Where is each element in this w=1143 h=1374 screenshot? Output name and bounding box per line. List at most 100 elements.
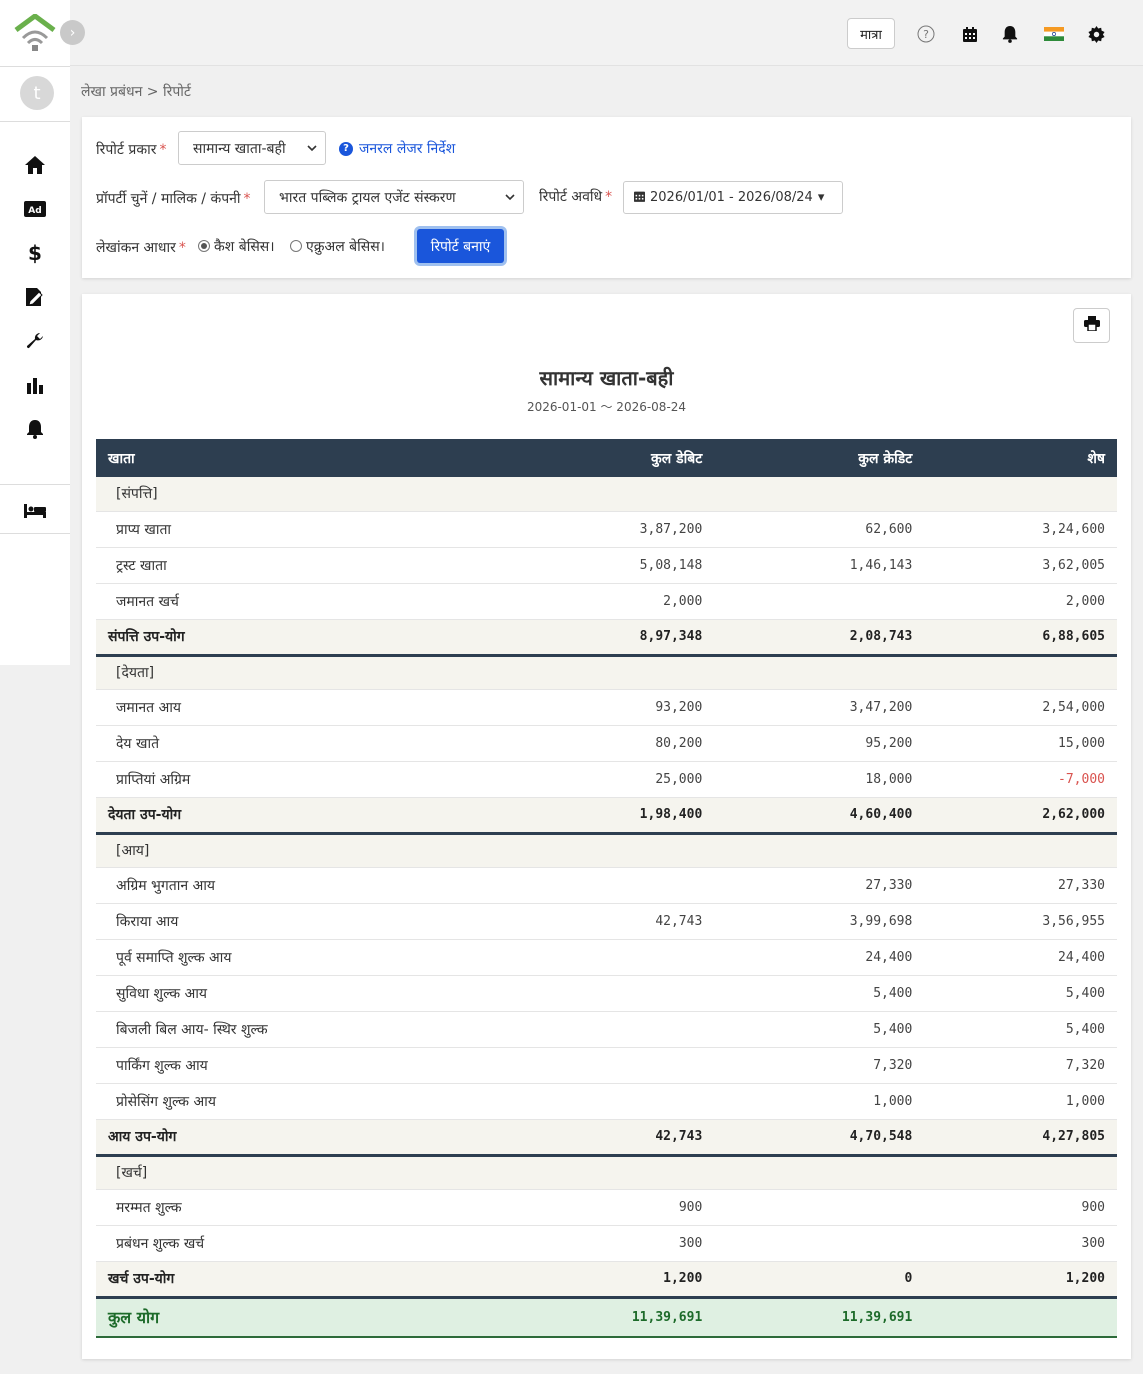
credit-value: 1,000: [714, 1083, 925, 1120]
sidebar-divider: [0, 121, 70, 122]
subtotal-row: आय उप-योग 42,743 4,70,548 4,27,805: [96, 1119, 1117, 1157]
notification-bell-icon[interactable]: [998, 22, 1022, 46]
credit-value: 5,400: [714, 1011, 925, 1048]
credit-value: 62,600: [714, 511, 925, 548]
balance-value: 5,400: [924, 1011, 1117, 1048]
balance-value: -7,000: [924, 761, 1117, 798]
table-row: पार्किंग शुल्क आय 7,320 7,320: [96, 1047, 1117, 1084]
credit-value: [714, 1225, 925, 1262]
print-button[interactable]: [1073, 308, 1110, 343]
balance-value: 5,400: [924, 975, 1117, 1012]
table-row: प्राप्य खाता 3,87,200 62,600 3,24,600: [96, 511, 1117, 548]
home-icon[interactable]: [22, 153, 48, 177]
table-row: जमानत आय 93,200 3,47,200 2,54,000: [96, 689, 1117, 726]
empty-cell: [924, 655, 1117, 690]
balance-value: [924, 1296, 1117, 1338]
chevron-right-icon: ›: [69, 24, 76, 41]
credit-value: 0: [714, 1261, 925, 1299]
account-name: जमानत आय: [96, 689, 505, 726]
credit-value: 3,47,200: [714, 689, 925, 726]
account-name: ट्रस्ट खाता: [96, 547, 505, 584]
report-type-select[interactable]: सामान्य खाता-बही: [178, 131, 326, 165]
credit-value: 18,000: [714, 761, 925, 798]
chevron-down-icon: [307, 141, 317, 159]
account-name: सुविधा शुल्क आय: [96, 975, 505, 1012]
bed-icon[interactable]: [22, 499, 48, 523]
account-name: प्राप्य खाता: [96, 511, 505, 548]
empty-cell: [924, 1155, 1117, 1190]
debit-value: 3,87,200: [504, 511, 715, 548]
sidebar-divider: [0, 484, 70, 485]
debit-value: [504, 975, 715, 1012]
report-period-picker[interactable]: 2026/01/01 - 2026/08/24 ▾: [623, 181, 843, 214]
account-name: आय उप-योग: [96, 1119, 505, 1157]
bar-chart-icon[interactable]: [22, 373, 48, 397]
empty-cell: [924, 477, 1117, 512]
radio-selected-icon: [198, 240, 210, 252]
account-name: पूर्व समाप्ति शुल्क आय: [96, 939, 505, 976]
india-flag-icon[interactable]: [1042, 22, 1066, 46]
table-row: प्रोसेसिंग शुल्क आय 1,000 1,000: [96, 1083, 1117, 1120]
section-heading: [देयता]: [96, 655, 505, 690]
credit-value: [714, 1189, 925, 1226]
table-row: मरम्मत शुल्क 900 900: [96, 1189, 1117, 1226]
report-type-value: सामान्य खाता-बही: [193, 140, 286, 157]
account-name: देय खाते: [96, 725, 505, 762]
balance-value: 2,62,000: [924, 797, 1117, 835]
sidebar-divider: [0, 533, 70, 534]
report-period-label: रिपोर्ट अवधि *: [539, 189, 613, 205]
credit-value: 4,70,548: [714, 1119, 925, 1157]
table-row: देय खाते 80,200 95,200 15,000: [96, 725, 1117, 762]
unit-button[interactable]: मात्रा: [847, 18, 895, 49]
bell-icon[interactable]: [22, 417, 48, 441]
balance-value: 3,62,005: [924, 547, 1117, 584]
empty-cell: [504, 477, 715, 512]
help-icon[interactable]: ?: [914, 22, 938, 46]
subtotal-row: संपत्ति उप-योग 8,97,348 2,08,743 6,88,605: [96, 619, 1117, 657]
account-name: कुल योग: [96, 1296, 505, 1338]
dollar-icon[interactable]: $: [22, 241, 48, 265]
general-ledger-help-link[interactable]: ? जनरल लेजर निर्देश: [339, 139, 455, 158]
svg-text:?: ?: [923, 28, 929, 41]
table-row: किराया आय 42,743 3,99,698 3,56,955: [96, 903, 1117, 940]
table-row: प्रबंधन शुल्क खर्च 300 300: [96, 1225, 1117, 1262]
cash-basis-radio[interactable]: कैश बेसिस।: [198, 237, 275, 256]
general-ledger-table: खाता कुल डेबिट कुल क्रेडिट शेष [संपत्ति]…: [96, 439, 1117, 1338]
app-logo[interactable]: [14, 13, 56, 52]
accrual-basis-radio[interactable]: एक्रुअल बेसिस।: [290, 237, 385, 256]
table-row: प्राप्तियां अग्रिम 25,000 18,000 -7,000: [96, 761, 1117, 798]
caret-down-icon: ▾: [817, 190, 825, 205]
property-select[interactable]: भारत पब्लिक ट्रायल एजेंट संस्करण: [264, 180, 524, 214]
balance-value: 27,330: [924, 867, 1117, 904]
debit-value: [504, 1047, 715, 1084]
empty-cell: [924, 833, 1117, 868]
account-name: प्रबंधन शुल्क खर्च: [96, 1225, 505, 1262]
report-panel: सामान्य खाता-बही 2026-01-01 〜 2026-08-24…: [82, 294, 1131, 1359]
credit-value: 24,400: [714, 939, 925, 976]
account-name: प्राप्तियां अग्रिम: [96, 761, 505, 798]
column-header-credit: कुल क्रेडिट: [714, 439, 925, 477]
section-header-row: [आय]: [96, 833, 1117, 868]
credit-value: 4,60,400: [714, 797, 925, 835]
edit-document-icon[interactable]: [22, 285, 48, 309]
avatar[interactable]: t: [20, 76, 54, 110]
subtotal-row: देयता उप-योग 1,98,400 4,60,400 2,62,000: [96, 797, 1117, 835]
generate-report-button[interactable]: रिपोर्ट बनाएं: [417, 229, 504, 263]
balance-value: 1,200: [924, 1261, 1117, 1299]
calendar-icon[interactable]: [958, 22, 982, 46]
property-value: भारत पब्लिक ट्रायल एजेंट संस्करण: [279, 189, 456, 206]
table-row: सुविधा शुल्क आय 5,400 5,400: [96, 975, 1117, 1012]
credit-value: 2,08,743: [714, 619, 925, 657]
wrench-icon[interactable]: [22, 329, 48, 353]
gear-icon[interactable]: [1084, 22, 1108, 46]
empty-cell: [714, 833, 925, 868]
svg-text:Ad: Ad: [28, 206, 41, 216]
empty-cell: [714, 655, 925, 690]
report-date-range: 2026-01-01 〜 2026-08-24: [526, 400, 687, 414]
sidebar-expand-button[interactable]: ›: [60, 20, 85, 45]
grand-total-row: कुल योग 11,39,691 11,39,691: [96, 1296, 1117, 1338]
account-name: बिजली बिल आय- स्थिर शुल्क: [96, 1011, 505, 1048]
balance-value: 3,24,600: [924, 511, 1117, 548]
ad-icon[interactable]: Ad: [22, 197, 48, 221]
debit-value: 25,000: [504, 761, 715, 798]
